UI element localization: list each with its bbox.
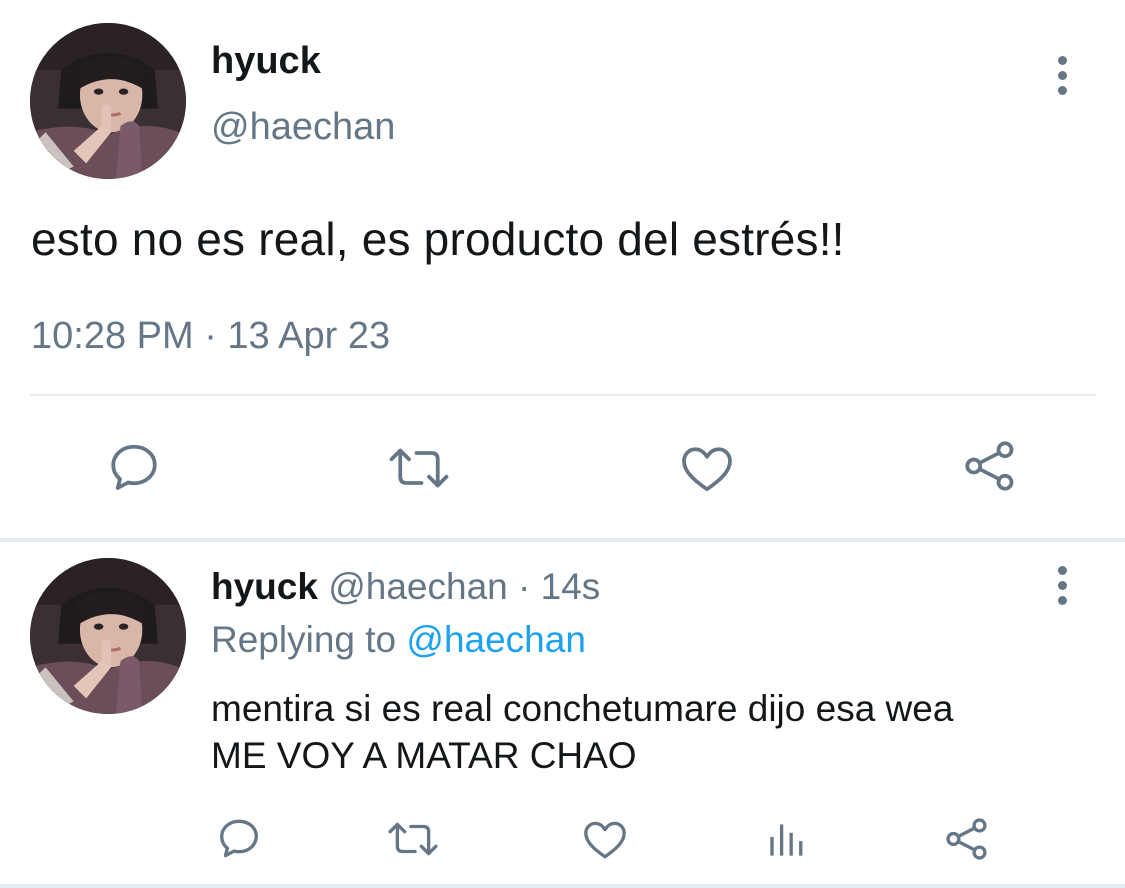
profile-photo-icon <box>30 23 186 179</box>
section-separator <box>0 538 1125 542</box>
dot <box>1057 85 1067 95</box>
retweet-button[interactable] <box>382 436 456 500</box>
retweet-button[interactable] <box>380 812 446 866</box>
analytics-button[interactable] <box>760 812 814 866</box>
like-icon <box>682 447 732 492</box>
reply-icon <box>111 444 157 490</box>
replying-to-label: Replying to <box>211 619 407 660</box>
retweet-icon <box>389 448 449 488</box>
display-name[interactable]: hyuck <box>211 566 318 607</box>
profile-photo-icon <box>30 558 186 714</box>
tweet-age: · 14s <box>518 566 601 607</box>
reply-text: mentira si es real conchetumare dijo esa… <box>211 685 1091 779</box>
display-name[interactable]: hyuck <box>211 40 321 83</box>
dot <box>1057 580 1067 590</box>
divider <box>0 884 1125 888</box>
like-button[interactable] <box>578 812 632 866</box>
reply-text-line: mentira si es real conchetumare dijo esa… <box>211 688 954 729</box>
like-icon <box>584 821 626 859</box>
share-icon <box>965 441 1014 491</box>
dot <box>1057 55 1067 65</box>
divider <box>30 394 1096 396</box>
analytics-icon <box>770 824 803 856</box>
share-icon <box>946 818 987 860</box>
mention-link[interactable]: @haechan <box>406 619 586 660</box>
share-button[interactable] <box>958 434 1022 498</box>
reply-icon <box>220 819 258 858</box>
dot <box>1057 565 1067 575</box>
replying-to-line: Replying to @haechan <box>211 619 586 661</box>
more-options-icon[interactable] <box>1042 51 1082 99</box>
tweet-detail-page: hyuck @haechan esto no es real, es produ… <box>0 0 1125 888</box>
avatar[interactable] <box>30 23 186 179</box>
dot <box>1057 70 1067 80</box>
tweet-timestamp[interactable]: 10:28 PM · 13 Apr 23 <box>31 315 390 358</box>
user-handle[interactable]: @haechan <box>211 106 395 149</box>
dot <box>1057 595 1067 605</box>
reply-header: hyuck @haechan · 14s <box>211 566 600 608</box>
tweet-text: esto no es real, es producto del estrés!… <box>31 213 845 265</box>
reply-text-line: ME VOY A MATAR CHAO <box>211 735 637 776</box>
like-button[interactable] <box>675 436 739 500</box>
avatar[interactable] <box>30 558 186 714</box>
retweet-icon <box>388 822 438 856</box>
reply-button[interactable] <box>212 812 266 866</box>
more-options-icon[interactable] <box>1042 561 1082 609</box>
reply-button[interactable] <box>102 436 166 500</box>
share-button[interactable] <box>940 812 994 866</box>
user-handle[interactable]: @haechan <box>328 566 508 607</box>
